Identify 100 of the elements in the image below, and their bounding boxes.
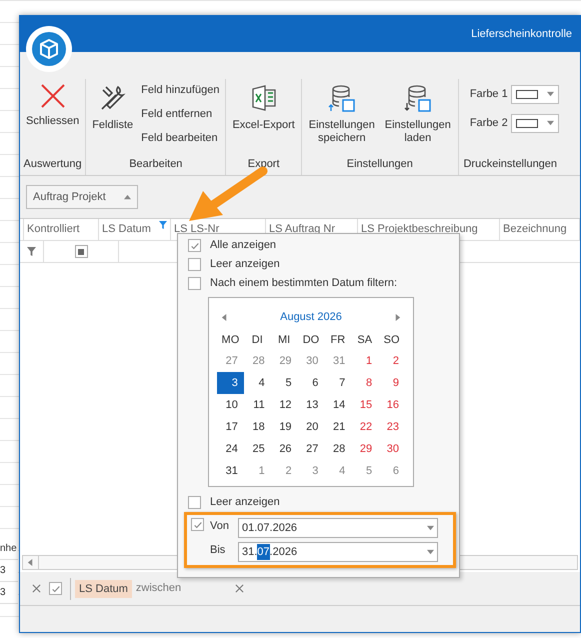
ribbon-group-label: Bearbeiten (129, 157, 182, 172)
calendar-day[interactable]: 19 (270, 416, 298, 438)
ribbon-button[interactable]: Excel-Export (229, 79, 298, 132)
ribbon-group-label: Druckeinstellungen (463, 157, 558, 172)
dropdown-caret-icon[interactable] (427, 524, 434, 532)
calendar-day[interactable]: 20 (298, 416, 324, 438)
group-by-chip[interactable]: Auftrag Projekt (26, 185, 138, 209)
ribbon-group-label: Export (248, 157, 280, 172)
calendar-day[interactable]: 1 (351, 350, 378, 372)
calendar-day[interactable]: 3 (298, 460, 324, 482)
calendar-day[interactable]: 3 (217, 372, 244, 394)
calendar-day[interactable]: 18 (244, 416, 271, 438)
dropdown-caret-icon (546, 120, 554, 127)
calendar-day[interactable]: 27 (298, 438, 324, 460)
filter-operator[interactable]: zwischen (136, 580, 182, 597)
calendar-day[interactable]: 31 (217, 460, 244, 482)
ribbon-button[interactable]: Einstellungen laden (380, 79, 455, 145)
calendar-month-title[interactable]: August 2026 (280, 308, 342, 326)
ribbon-small-button[interactable]: Feld entfernen (138, 105, 222, 123)
calendar-day[interactable]: 13 (298, 394, 324, 416)
checkbox[interactable] (188, 496, 201, 509)
calendar-day[interactable]: 10 (217, 394, 244, 416)
weekday-label: MI (277, 333, 292, 348)
column-header[interactable]: Bezeichnung (500, 219, 580, 240)
ribbon-group-label: Auswertung (24, 157, 82, 172)
date-field[interactable]: 31.07.2026 (238, 542, 438, 562)
calendar-day[interactable]: 29 (351, 438, 378, 460)
calendar-day[interactable]: 6 (378, 460, 405, 482)
calendar-day[interactable]: 5 (270, 372, 298, 394)
calendar-day[interactable]: 16 (378, 394, 405, 416)
calendar-day[interactable]: 5 (351, 460, 378, 482)
ribbon-button[interactable]: Feldliste (89, 79, 136, 132)
date-value: .2026 (270, 544, 298, 560)
window-title: Lieferscheinkontrolle (471, 26, 572, 42)
calendar-day[interactable]: 21 (324, 416, 352, 438)
calendar-day[interactable]: 2 (270, 460, 298, 482)
calendar-day[interactable]: 4 (244, 372, 271, 394)
column-header[interactable]: Kontrolliert (24, 219, 99, 240)
ribbon-button[interactable]: Schliessen (23, 79, 82, 128)
close-icon[interactable] (235, 584, 244, 593)
checkbox[interactable] (188, 258, 201, 271)
calendar-day[interactable]: 7 (324, 372, 352, 394)
sort-ascending-icon (124, 194, 131, 200)
weekday-label: DO (302, 333, 320, 348)
calendar-day[interactable]: 11 (244, 394, 271, 416)
calendar-day[interactable]: 2 (378, 350, 405, 372)
filter-icon[interactable] (159, 221, 167, 229)
checkbox[interactable] (188, 277, 201, 290)
close-icon[interactable] (32, 584, 41, 593)
calendar-day[interactable]: 30 (378, 438, 405, 460)
calendar-day[interactable]: 31 (324, 350, 352, 372)
ribbon-small-button[interactable]: Feld bearbeiten (138, 129, 222, 147)
dropdown-caret-icon (546, 91, 554, 98)
next-month-icon[interactable] (394, 314, 401, 320)
scroll-left-icon[interactable] (27, 559, 34, 566)
calendar-day[interactable]: 12 (270, 394, 298, 416)
column-header[interactable]: LS Datum (99, 219, 171, 240)
date-value: 07 (257, 544, 270, 560)
color-picker[interactable] (510, 114, 559, 133)
checkbox[interactable] (188, 239, 201, 252)
color-picker[interactable] (510, 85, 559, 104)
calendar-day[interactable]: 6 (298, 372, 324, 394)
filter-option-label[interactable]: Leer anzeigen (210, 494, 280, 511)
calendar-day[interactable]: 28 (324, 438, 352, 460)
filter-option-label[interactable]: Leer anzeigen (210, 256, 280, 273)
filter-option-label[interactable]: Nach einem bestimmten Datum filtern: (210, 275, 398, 292)
calendar-day[interactable]: 29 (270, 350, 298, 372)
calendar-day[interactable]: 28 (244, 350, 271, 372)
weekday-label: FR (330, 333, 346, 348)
close-icon (40, 83, 66, 109)
calendar-day[interactable]: 17 (217, 416, 244, 438)
calendar-day[interactable]: 25 (244, 438, 271, 460)
weekday-label: SO (382, 333, 401, 348)
calendar-day[interactable]: 26 (270, 438, 298, 460)
filter-icon (27, 247, 36, 256)
checkbox[interactable] (74, 245, 88, 258)
calendar-day[interactable]: 30 (298, 350, 324, 372)
calendar-day[interactable]: 14 (324, 394, 352, 416)
checkbox[interactable] (191, 518, 204, 531)
calendar-day[interactable]: 24 (217, 438, 244, 460)
ribbon-button[interactable]: Einstellungen speichern (304, 79, 379, 145)
database-load-icon (402, 83, 433, 113)
filter-field-tag[interactable]: LS Datum (75, 580, 132, 598)
calendar-day[interactable]: 8 (351, 372, 378, 394)
checkbox[interactable] (49, 582, 62, 595)
calendar-day[interactable]: 23 (378, 416, 405, 438)
previous-month-icon[interactable] (221, 314, 228, 320)
ribbon-small-button[interactable]: Feld hinzufügen (138, 81, 222, 99)
range-label: Bis (210, 543, 226, 558)
calendar-day[interactable]: 1 (244, 460, 271, 482)
calendar-day[interactable]: 15 (351, 394, 378, 416)
weekday-label: MO (220, 333, 240, 348)
calendar-day[interactable]: 9 (378, 372, 405, 394)
date-field[interactable]: 01.07.2026 (238, 518, 438, 538)
color-label: Farbe 2 (470, 116, 508, 132)
cube-icon (32, 32, 66, 66)
filter-option-label[interactable]: Alle anzeigen (210, 237, 276, 254)
calendar-day[interactable]: 27 (217, 350, 244, 372)
calendar-day[interactable]: 22 (351, 416, 378, 438)
calendar-day[interactable]: 4 (324, 460, 352, 482)
